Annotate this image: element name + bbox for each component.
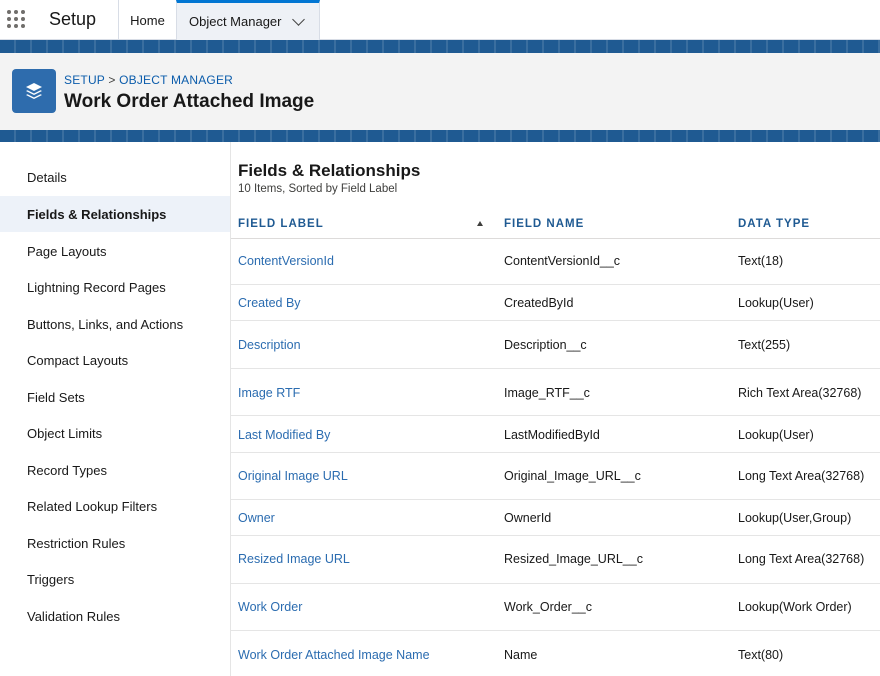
global-header: Setup Home Object Manager: [0, 0, 880, 40]
row-divider: [231, 415, 880, 416]
sort-ascending-icon[interactable]: [477, 221, 483, 226]
sidebar-item-validation-rules[interactable]: Validation Rules: [0, 598, 230, 634]
tab-home[interactable]: Home: [118, 0, 176, 40]
sidebar-item-fields-relationships[interactable]: Fields & Relationships: [0, 196, 230, 232]
field-name-cell: Name: [504, 648, 538, 662]
row-divider: [231, 284, 880, 285]
section-title: Fields & Relationships: [238, 161, 421, 180]
breadcrumb-separator: >: [108, 73, 116, 87]
row-divider: [231, 368, 880, 369]
sidebar-item-field-sets[interactable]: Field Sets: [0, 379, 230, 415]
row-divider: [231, 320, 880, 321]
table-header-divider: [231, 238, 880, 239]
row-divider: [231, 630, 880, 631]
field-name-cell: ContentVersionId__c: [504, 254, 621, 268]
data-type-cell: Lookup(User,Group): [738, 511, 852, 525]
column-header-field-label[interactable]: FIELD LABEL: [238, 218, 324, 230]
data-type-cell: Text(18): [738, 254, 784, 268]
field-label-link[interactable]: Created By: [238, 296, 301, 310]
app-launcher-icon[interactable]: [6, 9, 28, 31]
section-subtitle: 10 Items, Sorted by Field Label: [238, 183, 398, 195]
row-divider: [231, 583, 880, 584]
data-type-cell: Long Text Area(32768): [738, 469, 865, 483]
field-label-link[interactable]: Work Order Attached Image Name: [238, 648, 430, 662]
sidebar-item-triggers[interactable]: Triggers: [0, 561, 230, 597]
data-type-cell: Lookup(User): [738, 296, 814, 310]
sidebar-item-page-layouts[interactable]: Page Layouts: [0, 233, 230, 269]
sidebar-item-restriction-rules[interactable]: Restriction Rules: [0, 525, 230, 561]
field-name-cell: Work_Order__c: [504, 600, 592, 614]
sidebar-item-lightning-record-pages[interactable]: Lightning Record Pages: [0, 269, 230, 305]
breadcrumb-object-manager[interactable]: OBJECT MANAGER: [119, 73, 233, 87]
field-label-link[interactable]: Work Order: [238, 600, 302, 614]
field-name-cell: Resized_Image_URL__c: [504, 552, 643, 566]
sidebar-item-details[interactable]: Details: [0, 159, 230, 195]
object-header: SETUP > OBJECT MANAGER Work Order Attach…: [0, 53, 880, 130]
page-title: Work Order Attached Image: [64, 91, 315, 112]
sidebar-item-compact-layouts[interactable]: Compact Layouts: [0, 342, 230, 378]
chevron-down-icon[interactable]: [292, 13, 305, 26]
field-name-cell: Description__c: [504, 338, 587, 352]
column-header-data-type[interactable]: DATA TYPE: [738, 218, 810, 230]
data-type-cell: Lookup(User): [738, 428, 814, 442]
row-divider: [231, 499, 880, 500]
field-label-link[interactable]: Description: [238, 338, 301, 352]
field-label-link[interactable]: Original Image URL: [238, 469, 348, 483]
object-sidebar: Details Fields & Relationships Page Layo…: [0, 142, 230, 676]
field-name-cell: Original_Image_URL__c: [504, 469, 641, 483]
data-type-cell: Text(255): [738, 338, 791, 352]
data-type-cell: Lookup(Work Order): [738, 600, 852, 614]
field-label-link[interactable]: Image RTF: [238, 386, 300, 400]
stacked-layers-icon: [12, 69, 56, 113]
sidebar-item-record-types[interactable]: Record Types: [0, 452, 230, 488]
tab-object-manager[interactable]: Object Manager: [176, 0, 320, 40]
field-label-link[interactable]: Last Modified By: [238, 428, 330, 442]
field-name-cell: Image_RTF__c: [504, 386, 590, 400]
data-type-cell: Rich Text Area(32768): [738, 386, 862, 400]
field-name-cell: CreatedById: [504, 296, 574, 310]
brand-band-top: [0, 40, 880, 53]
field-name-cell: LastModifiedById: [504, 428, 600, 442]
data-type-cell: Text(80): [738, 648, 784, 662]
row-divider: [231, 452, 880, 453]
field-label-link[interactable]: Resized Image URL: [238, 552, 350, 566]
tab-object-manager-label: Object Manager: [189, 14, 282, 29]
sidebar-divider: [230, 142, 231, 676]
sidebar-item-buttons-links-actions[interactable]: Buttons, Links, and Actions: [0, 306, 230, 342]
breadcrumb-setup[interactable]: SETUP: [64, 73, 105, 87]
field-label-link[interactable]: Owner: [238, 511, 275, 525]
tab-home-label: Home: [130, 12, 165, 28]
app-name: Setup: [49, 9, 97, 29]
sidebar-item-object-limits[interactable]: Object Limits: [0, 415, 230, 451]
row-divider: [231, 535, 880, 536]
brand-band-bottom: [0, 130, 880, 142]
sidebar-item-related-lookup-filters[interactable]: Related Lookup Filters: [0, 488, 230, 524]
column-header-field-name[interactable]: FIELD NAME: [504, 218, 584, 230]
breadcrumb: SETUP > OBJECT MANAGER: [64, 73, 233, 87]
field-label-link[interactable]: ContentVersionId: [238, 254, 334, 268]
data-type-cell: Long Text Area(32768): [738, 552, 865, 566]
field-name-cell: OwnerId: [504, 511, 552, 525]
